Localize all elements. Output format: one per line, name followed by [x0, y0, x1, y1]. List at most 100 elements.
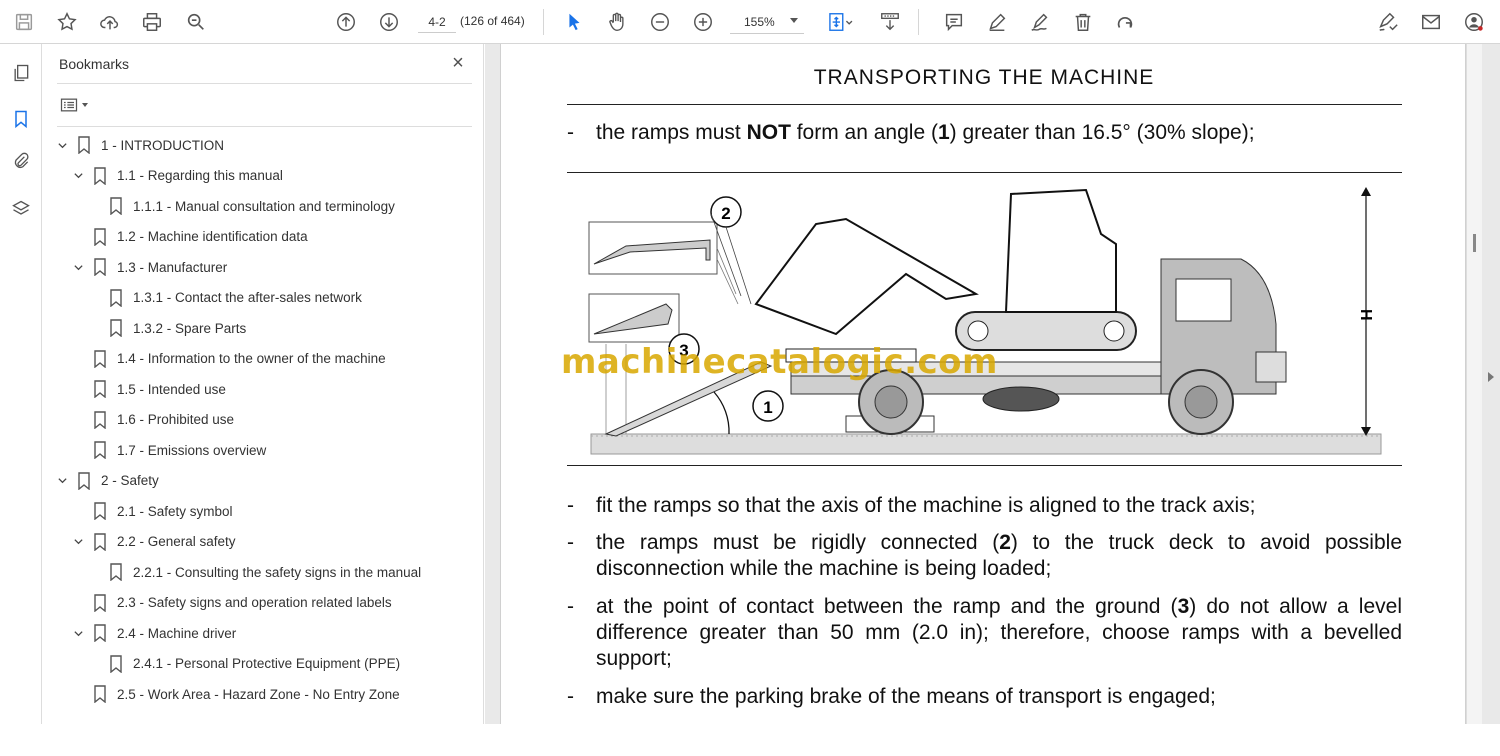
- bookmark-label: 2.4.1 - Personal Protective Equipment (P…: [133, 656, 401, 671]
- chevron-down-icon[interactable]: [71, 260, 85, 274]
- main-toolbar: 4-2 (126 of 464) 155%: [0, 0, 1500, 44]
- bookmarks-panel: Bookmarks × 1 - INTRODUCTION 1.1 - Regard…: [43, 44, 514, 724]
- chevron-down-icon: [82, 103, 88, 107]
- bookmark-label: 1.1 - Regarding this manual: [117, 168, 283, 183]
- callout-2-label: 2: [721, 204, 730, 223]
- bookmark-item[interactable]: 2.1 - Safety symbol: [71, 499, 233, 523]
- bookmark-item[interactable]: 1.1 - Regarding this manual: [71, 164, 283, 188]
- zoom-value: 155%: [744, 14, 775, 29]
- page-down-icon[interactable]: [375, 8, 403, 36]
- bookmark-label: 2.1 - Safety symbol: [117, 503, 233, 519]
- bookmark-item[interactable]: 2.2.1 - Consulting the safety signs in t…: [87, 560, 421, 584]
- bookmark-item[interactable]: 1.6 - Prohibited use: [71, 408, 234, 432]
- search-icon[interactable]: [182, 8, 210, 36]
- bookmark-item[interactable]: 1.1.1 - Manual consultation and terminol…: [87, 194, 395, 218]
- rotate-icon[interactable]: [1111, 8, 1139, 36]
- expand-right-panel-icon[interactable]: [1488, 372, 1494, 382]
- comment-icon[interactable]: [940, 8, 968, 36]
- bookmark-label: 2.3 - Safety signs and operation related…: [117, 595, 392, 610]
- mail-icon[interactable]: [1417, 8, 1445, 36]
- bullet-dash: -: [567, 595, 574, 618]
- zoom-out-icon[interactable]: [646, 8, 674, 36]
- page-number-input[interactable]: 4-2: [418, 11, 456, 33]
- document-scrollbar[interactable]: [1466, 44, 1482, 724]
- bookmark-icon: [93, 593, 107, 612]
- zoom-in-icon[interactable]: [689, 8, 717, 36]
- page-up-icon[interactable]: [332, 8, 360, 36]
- bookmark-item[interactable]: 1.2 - Machine identification data: [71, 225, 308, 249]
- bookmark-item[interactable]: 2.4.1 - Personal Protective Equipment (P…: [87, 652, 400, 676]
- upload-cloud-icon[interactable]: [96, 8, 124, 36]
- callout-ref: 3: [1177, 595, 1190, 618]
- bookmark-label: 1.5 - Intended use: [117, 381, 226, 397]
- chevron-down-icon[interactable]: [55, 474, 69, 488]
- zoom-select[interactable]: 155%: [730, 10, 804, 34]
- page-count: (126 of 464): [460, 14, 525, 28]
- bookmark-item[interactable]: 1.4 - Information to the owner of the ma…: [71, 347, 386, 371]
- star-icon[interactable]: [53, 8, 81, 36]
- chevron-down-icon[interactable]: [55, 138, 69, 152]
- figure-top-rule: [567, 172, 1402, 173]
- close-icon[interactable]: ×: [447, 52, 469, 74]
- bookmark-icon: [109, 197, 123, 215]
- bookmark-options-button[interactable]: [59, 94, 95, 116]
- account-icon[interactable]: [1460, 8, 1488, 36]
- bullet-parking-brake: - make sure the parking brake of the mea…: [567, 684, 1402, 710]
- bookmark-icon[interactable]: [8, 106, 34, 132]
- bookmark-label: 1.3.2 - Spare Parts: [133, 320, 247, 336]
- bookmark-label: 1.2 - Machine identification data: [117, 229, 308, 244]
- bookmark-icon: [77, 471, 91, 490]
- header-rule: [567, 104, 1402, 105]
- bookmark-icon: [93, 410, 107, 429]
- bookmark-icon: [109, 288, 123, 307]
- bullet-text: at the point of contact between the ramp…: [596, 595, 1178, 618]
- save-icon[interactable]: [10, 8, 38, 36]
- bullet-text: form an angle (: [790, 121, 938, 144]
- bookmark-icon: [93, 502, 107, 520]
- bookmark-item[interactable]: 2.4 - Machine driver: [71, 621, 236, 645]
- bullet-dash: -: [567, 121, 574, 144]
- toolbar-divider: [918, 9, 919, 35]
- chevron-down-icon[interactable]: [71, 535, 85, 549]
- fill-sign-icon[interactable]: [1374, 8, 1402, 36]
- print-icon[interactable]: [138, 8, 166, 36]
- bookmark-item[interactable]: 2 - Safety: [55, 469, 159, 493]
- scroll-mode-icon[interactable]: [876, 8, 904, 36]
- bookmark-item[interactable]: 2.5 - Work Area - Hazard Zone - No Entry…: [71, 682, 400, 706]
- chevron-down-icon[interactable]: [71, 626, 85, 640]
- bookmark-item[interactable]: 1.3.2 - Spare Parts: [87, 316, 246, 340]
- fit-page-icon[interactable]: [822, 8, 858, 36]
- bookmark-item[interactable]: 1 - INTRODUCTION: [55, 133, 224, 157]
- bookmark-item[interactable]: 1.3 - Manufacturer: [71, 255, 227, 279]
- delete-icon[interactable]: [1069, 8, 1097, 36]
- bookmark-item[interactable]: 1.3.1 - Contact the after-sales network: [87, 286, 362, 310]
- bookmark-icon: [93, 349, 107, 368]
- bullet-level-difference: - at the point of contact between the ra…: [567, 594, 1402, 672]
- scroll-thumb[interactable]: [1473, 234, 1476, 252]
- sign-pen-icon[interactable]: [1026, 8, 1054, 36]
- attachment-icon[interactable]: [8, 148, 34, 174]
- chevron-down-icon[interactable]: [71, 169, 85, 183]
- hand-icon[interactable]: [603, 8, 631, 36]
- bookmark-icon: [93, 380, 107, 398]
- bullet-text: fit the ramps so that the axis of the ma…: [596, 494, 1256, 517]
- select-arrow-icon[interactable]: [560, 8, 588, 36]
- loading-diagram: 1 2 3 H: [588, 187, 1382, 455]
- bookmark-item[interactable]: 2.3 - Safety signs and operation related…: [71, 591, 392, 615]
- figure-bottom-rule: [567, 465, 1402, 466]
- layers-icon[interactable]: [8, 196, 34, 222]
- bookmark-item[interactable]: 1.5 - Intended use: [71, 377, 226, 401]
- callout-1-label: 1: [763, 398, 772, 417]
- bookmark-item[interactable]: 2.2 - General safety: [71, 530, 236, 554]
- highlight-pen-icon[interactable]: [983, 8, 1011, 36]
- bookmark-list: 1 - INTRODUCTION 1.1 - Regarding this man…: [43, 130, 463, 724]
- bookmark-icon: [109, 563, 123, 581]
- pages-icon[interactable]: [8, 60, 34, 86]
- bookmark-label: 2.2.1 - Consulting the safety signs in t…: [133, 564, 422, 580]
- bookmark-item[interactable]: 1.7 - Emissions overview: [71, 438, 266, 462]
- panel-divider: [57, 126, 472, 127]
